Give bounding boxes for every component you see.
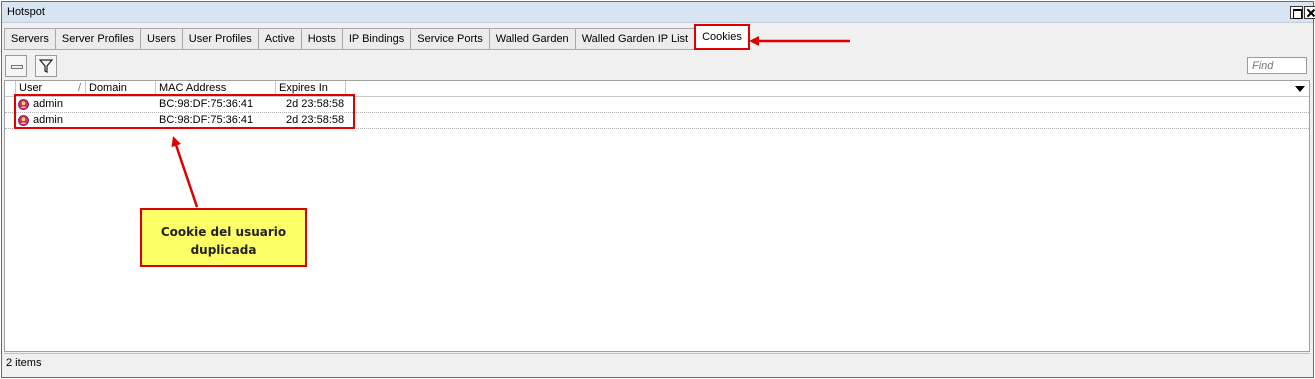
column-header-user-label: User [19, 82, 43, 94]
filter-glyph [38, 59, 54, 73]
toolbar [4, 54, 1310, 78]
find-input[interactable] [1247, 57, 1307, 74]
annotation-line-2: duplicada [190, 243, 257, 257]
tab-walled-garden[interactable]: Walled Garden [488, 28, 575, 50]
tab-server-profiles[interactable]: Server Profiles [54, 28, 141, 50]
tab-walled-garden-ip-list[interactable]: Walled Garden IP List [574, 28, 695, 50]
annotation-callout: Cookie del usuario duplicada [140, 208, 307, 267]
filter-icon[interactable] [35, 55, 57, 77]
items-count: 2 items [6, 357, 42, 369]
column-menu-chevron-down-icon[interactable] [1295, 86, 1305, 92]
tab-users[interactable]: Users [140, 28, 182, 50]
status-bar: 2 items [4, 353, 1310, 373]
window-title: Hotspot [7, 6, 45, 18]
minus-icon[interactable] [5, 55, 27, 77]
restore-icon[interactable] [1290, 6, 1303, 19]
close-icon[interactable] [1304, 6, 1315, 19]
title-bar: Hotspot [2, 2, 1315, 23]
tab-bar: Servers Server Profiles Users User Profi… [4, 24, 750, 50]
tab-hosts[interactable]: Hosts [300, 28, 342, 50]
tab-service-ports[interactable]: Service Ports [410, 28, 489, 50]
tab-cookies[interactable]: Cookies [694, 24, 750, 50]
tab-user-profiles[interactable]: User Profiles [181, 28, 258, 50]
tab-servers[interactable]: Servers [4, 28, 55, 50]
annotation-line-1: Cookie del usuario [160, 225, 287, 239]
tab-active[interactable]: Active [257, 28, 301, 50]
tab-ip-bindings[interactable]: IP Bindings [341, 28, 411, 50]
duplicate-rows-highlight [14, 94, 355, 129]
